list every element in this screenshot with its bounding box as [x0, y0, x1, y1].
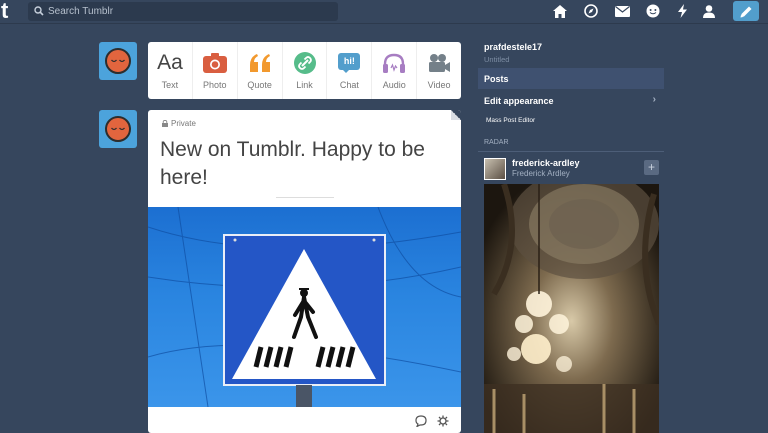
top-bar: t [0, 0, 768, 24]
post-type-label: Audio [382, 80, 406, 90]
sidebar-item-label: Posts [484, 73, 509, 84]
post-divider [276, 197, 334, 198]
sidebar-item-label: Edit appearance [484, 95, 554, 106]
post-type-quote[interactable]: Quote [238, 42, 283, 99]
privacy-label: Private [171, 119, 196, 128]
account-icon[interactable] [701, 3, 717, 19]
tumblr-logo[interactable]: t [1, 0, 19, 24]
radar-user-avatar[interactable] [484, 158, 506, 180]
text-icon: Aa [157, 51, 183, 74]
post-title: New on Tumblr. Happy to be here! [160, 138, 425, 189]
pencil-icon [740, 6, 751, 17]
post-type-photo[interactable]: Photo [193, 42, 238, 99]
avatar-eyes [111, 59, 125, 63]
sidebar-item-posts[interactable]: Posts [478, 68, 664, 89]
blog-title: Untitled [484, 55, 510, 64]
mass-post-editor-link[interactable]: Mass Post Editor [486, 117, 535, 124]
chandelier-ceiling-image [484, 184, 659, 433]
radar-username[interactable]: frederick-ardley [512, 158, 580, 168]
gear-icon[interactable] [437, 415, 449, 427]
crosswalk-sign-image [148, 207, 461, 407]
post-type-label: Photo [203, 80, 227, 90]
post-type-label: Quote [247, 80, 272, 90]
avatar-eyes [111, 127, 125, 131]
post-fold-corner [451, 110, 461, 120]
sidebar-blog-info[interactable]: prafdestele17 Untitled [484, 42, 542, 64]
post-type-video[interactable]: Video [417, 42, 461, 99]
post-type-text[interactable]: Aa Text [148, 42, 193, 99]
privacy-indicator: Private [162, 119, 196, 128]
post-type-chat[interactable]: hi! Chat [327, 42, 373, 99]
home-icon[interactable] [552, 3, 568, 19]
inbox-icon[interactable] [614, 3, 630, 19]
lock-icon [162, 120, 168, 127]
post-photo[interactable] [148, 207, 461, 407]
activity-icon[interactable] [674, 3, 690, 19]
radar-heading: RADAR [484, 139, 509, 146]
radar-real-name: Frederick Ardley [512, 169, 570, 178]
radar-user: frederick-ardley Frederick Ardley + [484, 157, 659, 180]
chat-icon: hi! [338, 51, 361, 75]
headphones-icon [382, 51, 406, 75]
link-icon [293, 51, 316, 75]
post-type-bar: Aa Text Photo Quote Link hi! Chat Audio … [148, 42, 461, 99]
post-avatar[interactable] [99, 110, 137, 148]
camera-icon [202, 51, 227, 75]
blog-name[interactable]: prafdestele17 [484, 42, 542, 52]
post-type-label: Text [161, 80, 179, 90]
post-type-label: Link [296, 80, 313, 90]
post-type-label: Video [427, 80, 451, 90]
user-avatar[interactable] [99, 42, 137, 80]
post-type-label: Chat [339, 80, 359, 90]
chevron-right-icon: › [652, 94, 656, 105]
reply-icon[interactable] [415, 415, 427, 427]
video-camera-icon [427, 51, 451, 75]
search-input[interactable] [48, 2, 328, 21]
post-type-audio[interactable]: Audio [372, 42, 418, 99]
sidebar-item-edit-appearance[interactable]: Edit appearance › [478, 90, 664, 111]
compose-button[interactable] [733, 1, 759, 21]
search-bar[interactable] [28, 2, 338, 21]
radar-photo[interactable] [484, 184, 659, 433]
radar-divider [478, 151, 664, 152]
quote-icon [248, 51, 272, 75]
post-footer [415, 415, 449, 427]
follow-button[interactable]: + [644, 160, 659, 175]
explore-icon[interactable] [583, 3, 599, 19]
post-type-link[interactable]: Link [283, 42, 328, 99]
search-icon [34, 6, 44, 16]
messaging-icon[interactable] [645, 3, 661, 19]
dashboard-post: Private New on Tumblr. Happy to be here! [148, 110, 461, 433]
